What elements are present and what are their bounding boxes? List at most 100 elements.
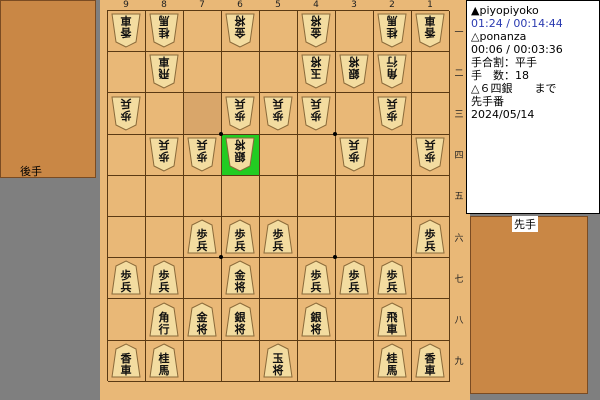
file-label: 2 — [389, 0, 395, 10]
board-square[interactable] — [108, 217, 146, 259]
board-square[interactable] — [222, 52, 260, 94]
sente-piece[interactable]: 桂馬 — [149, 343, 179, 378]
piece-glyph-top: 角 — [386, 67, 398, 81]
board-square[interactable] — [298, 217, 336, 259]
gote-piece-stand[interactable] — [0, 0, 96, 178]
sente-piece[interactable]: 銀将 — [225, 301, 255, 337]
sente-piece[interactable]: 歩兵 — [377, 260, 407, 295]
board-square[interactable] — [412, 258, 450, 300]
board-square[interactable] — [412, 175, 450, 217]
piece-glyph-top: 桂 — [386, 26, 398, 40]
board-square[interactable] — [336, 340, 374, 382]
board-square[interactable] — [336, 217, 374, 259]
board-square[interactable] — [298, 340, 336, 382]
sente-piece[interactable]: 歩兵 — [339, 260, 369, 295]
board-square[interactable] — [108, 299, 146, 341]
gote-piece[interactable]: 歩兵 — [187, 137, 217, 172]
board-square[interactable] — [146, 217, 184, 259]
gote-piece[interactable]: 歩兵 — [111, 96, 141, 131]
gote-piece[interactable]: 香車 — [111, 13, 141, 48]
board-square[interactable] — [108, 52, 146, 94]
sente-piece[interactable]: 香車 — [111, 343, 141, 378]
piece-glyph-top: 桂 — [158, 26, 170, 40]
sente-piece[interactable]: 桂馬 — [377, 343, 407, 378]
board-square[interactable] — [260, 134, 298, 176]
sente-piece[interactable]: 歩兵 — [225, 219, 255, 254]
gote-piece[interactable]: 金将 — [301, 13, 331, 48]
gote-piece[interactable]: 桂馬 — [377, 13, 407, 48]
sente-piece[interactable]: 飛車 — [377, 301, 407, 337]
piece-glyph-top: 金 — [310, 26, 322, 40]
board-square[interactable] — [374, 217, 412, 259]
board-square[interactable] — [374, 134, 412, 176]
sente-piece[interactable]: 玉将 — [263, 343, 293, 378]
turn-indicator: 先手番 — [471, 95, 504, 108]
board-square[interactable] — [298, 175, 336, 217]
piece-glyph-bottom: 兵 — [120, 96, 132, 110]
piece-glyph-bottom: 兵 — [386, 281, 398, 295]
piece-glyph-top: 歩 — [348, 269, 360, 283]
gote-piece[interactable]: 歩兵 — [149, 137, 179, 172]
gote-piece[interactable]: 飛車 — [149, 54, 179, 89]
sente-piece[interactable]: 歩兵 — [111, 260, 141, 295]
gote-piece[interactable]: 歩兵 — [301, 96, 331, 131]
sente-piece[interactable]: 角行 — [149, 301, 179, 337]
gote-piece[interactable]: 銀将 — [339, 54, 369, 89]
sente-piece[interactable]: 歩兵 — [263, 219, 293, 254]
board-square[interactable] — [108, 134, 146, 176]
board-square[interactable] — [260, 175, 298, 217]
board-square[interactable] — [260, 52, 298, 94]
sente-piece[interactable]: 歩兵 — [301, 260, 331, 295]
piece-glyph-bottom: 兵 — [348, 137, 360, 151]
board-square[interactable] — [336, 299, 374, 341]
board-square[interactable] — [184, 11, 222, 53]
piece-glyph-bottom: 兵 — [234, 240, 246, 254]
gote-piece[interactable]: 歩兵 — [263, 96, 293, 131]
board-square[interactable] — [184, 93, 222, 135]
file-label: 7 — [199, 0, 205, 10]
sente-player-name: ▲piyopiyoko — [471, 4, 539, 17]
gote-piece[interactable]: 玉将 — [301, 54, 331, 89]
sente-piece[interactable]: 銀将 — [301, 301, 331, 337]
board-square[interactable] — [184, 175, 222, 217]
board-square[interactable] — [260, 299, 298, 341]
sente-piece[interactable]: 香車 — [415, 343, 445, 378]
gote-piece[interactable]: 歩兵 — [339, 137, 369, 172]
board-square[interactable] — [146, 93, 184, 135]
board-square[interactable] — [260, 11, 298, 53]
sente-piece-stand[interactable] — [470, 216, 588, 394]
board-square[interactable] — [412, 299, 450, 341]
board-square[interactable] — [336, 93, 374, 135]
board-square[interactable] — [108, 175, 146, 217]
gote-piece[interactable]: 香車 — [415, 13, 445, 48]
sente-piece[interactable]: 金将 — [225, 260, 255, 295]
board-square[interactable] — [146, 175, 184, 217]
board-square[interactable] — [412, 52, 450, 94]
board-square[interactable] — [222, 175, 260, 217]
gote-piece[interactable]: 歩兵 — [225, 96, 255, 131]
board-square[interactable] — [298, 134, 336, 176]
piece-glyph-bottom: 兵 — [234, 96, 246, 110]
sente-piece[interactable]: 歩兵 — [187, 219, 217, 254]
board-square[interactable] — [222, 340, 260, 382]
shogi-board[interactable]: 987654321 一二三四五六七八九 香車桂馬金将金将桂馬香車飛車玉将銀将角行… — [100, 0, 470, 400]
gote-piece[interactable]: 銀将 — [225, 137, 255, 172]
sente-piece[interactable]: 歩兵 — [149, 260, 179, 295]
board-square[interactable] — [184, 258, 222, 300]
piece-glyph-bottom: 兵 — [196, 240, 208, 254]
gote-piece[interactable]: 桂馬 — [149, 13, 179, 48]
sente-piece[interactable]: 歩兵 — [415, 219, 445, 254]
board-square[interactable] — [412, 93, 450, 135]
board-square[interactable] — [336, 11, 374, 53]
board-square[interactable] — [336, 175, 374, 217]
piece-glyph-bottom: 兵 — [310, 281, 322, 295]
gote-piece[interactable]: 金将 — [225, 13, 255, 48]
board-square[interactable] — [184, 52, 222, 94]
gote-piece[interactable]: 歩兵 — [415, 137, 445, 172]
board-square[interactable] — [374, 175, 412, 217]
gote-piece[interactable]: 歩兵 — [377, 96, 407, 131]
sente-piece[interactable]: 金将 — [187, 301, 217, 337]
board-square[interactable] — [184, 340, 222, 382]
board-square[interactable] — [260, 258, 298, 300]
gote-piece[interactable]: 角行 — [377, 54, 407, 89]
